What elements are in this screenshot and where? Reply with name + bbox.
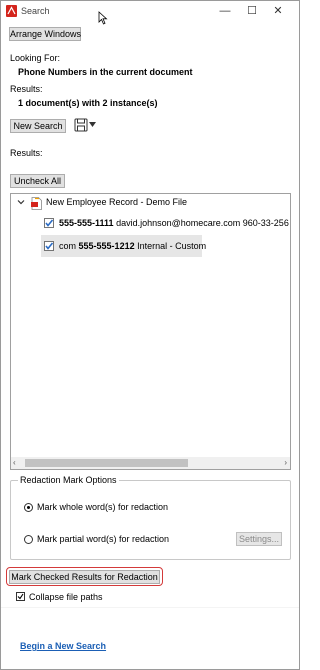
uncheck-all-button[interactable]: Uncheck All: [10, 174, 65, 188]
pdf-file-icon: [31, 197, 42, 210]
whole-word-radio[interactable]: [24, 503, 33, 512]
acrobat-search-icon: [6, 5, 17, 17]
checkbox-checked-icon[interactable]: [44, 241, 54, 251]
arrange-windows-button[interactable]: Arrange Windows: [9, 27, 81, 41]
looking-for-value: Phone Numbers in the current document: [18, 67, 193, 77]
scrollbar-thumb[interactable]: [25, 459, 188, 467]
scroll-left-icon[interactable]: ‹: [13, 457, 16, 469]
instance-context: Internal - Custom: [137, 241, 207, 251]
list-item[interactable]: com 555-555-1212 Internal - Custom: [41, 235, 206, 257]
checkbox-checked-icon[interactable]: [44, 218, 54, 228]
instance-match: 555-555-1111: [59, 218, 114, 228]
instance-context: david.johnson@homecare.com 960-33-256: [116, 218, 289, 228]
whole-word-label[interactable]: Mark whole word(s) for redaction: [37, 502, 168, 512]
checkmark-icon: [17, 593, 24, 600]
list-item[interactable]: 555-555-1111 david.johnson@homecare.com …: [41, 212, 290, 234]
results-summary: 1 document(s) with 2 instance(s): [18, 98, 158, 108]
window-title: Search: [21, 6, 50, 16]
begin-new-search-link[interactable]: Begin a New Search: [20, 641, 106, 651]
results-list-label: Results:: [10, 148, 43, 158]
collapse-file-paths-checkbox[interactable]: [16, 592, 25, 601]
redaction-options-title: Redaction Mark Options: [18, 475, 119, 485]
instance-match: 555-555-1212: [78, 241, 135, 251]
partial-word-radio[interactable]: [24, 535, 33, 544]
chevron-down-icon[interactable]: [17, 198, 25, 206]
results-tree[interactable]: New Employee Record - Demo File 555-555-…: [10, 193, 291, 470]
search-window: Search — ☐ ✕ Arrange Windows Looking For…: [0, 0, 300, 670]
mouse-cursor-icon: [98, 11, 108, 25]
results-label: Results:: [10, 84, 43, 94]
instance-text: 555-555-1111 david.johnson@homecare.com …: [59, 212, 289, 234]
divider: [1, 607, 299, 608]
maximize-button[interactable]: ☐: [241, 3, 263, 19]
instance-text: com 555-555-1212 Internal - Custom: [59, 235, 206, 257]
highlight-outline: [6, 567, 163, 586]
redaction-options-group: Redaction Mark Options Mark whole word(s…: [10, 475, 291, 560]
new-search-button[interactable]: New Search: [10, 119, 66, 133]
document-name[interactable]: New Employee Record - Demo File: [46, 197, 187, 207]
scroll-right-icon[interactable]: ›: [284, 457, 287, 469]
instance-prefix: com: [59, 241, 77, 251]
save-icon[interactable]: [74, 118, 88, 132]
collapse-file-paths-label[interactable]: Collapse file paths: [29, 592, 103, 602]
looking-for-label: Looking For:: [10, 53, 61, 63]
partial-word-label[interactable]: Mark partial word(s) for redaction: [37, 534, 169, 544]
horizontal-scrollbar[interactable]: ‹ ›: [11, 457, 290, 469]
close-button[interactable]: ✕: [267, 3, 289, 19]
minimize-button[interactable]: —: [214, 3, 236, 19]
title-bar: Search — ☐ ✕: [1, 1, 299, 25]
settings-button[interactable]: Settings...: [236, 532, 282, 546]
chevron-down-icon[interactable]: [89, 122, 96, 127]
